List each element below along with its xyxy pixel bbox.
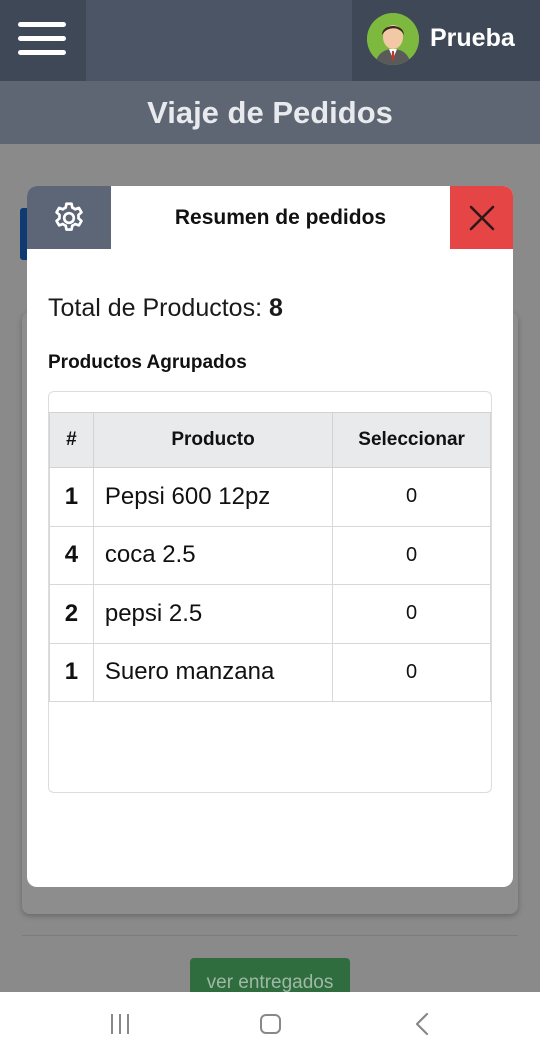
avatar[interactable]	[367, 13, 419, 65]
column-header-number: #	[49, 412, 94, 468]
table-row: 1 Suero manzana 0	[49, 642, 491, 702]
recents-icon[interactable]	[110, 1014, 132, 1034]
column-header-select: Seleccionar	[332, 412, 491, 468]
top-bar: Prueba	[0, 0, 540, 81]
page-header: Viaje de Pedidos	[0, 81, 540, 144]
page-title: Viaje de Pedidos	[147, 94, 393, 130]
system-navigation-bar	[0, 992, 540, 1055]
total-products-value: 8	[268, 294, 283, 322]
grouped-products-table-container: # Producto Seleccionar 1 Pepsi 600 12pz …	[48, 391, 492, 793]
row-select[interactable]: 0	[332, 467, 491, 527]
row-product: Suero manzana	[92, 642, 334, 702]
row-product: pepsi 2.5	[92, 584, 334, 644]
gear-icon[interactable]	[27, 186, 111, 249]
grouped-products-title: Productos Agrupados	[48, 352, 247, 373]
table-header-row: # Producto Seleccionar	[49, 412, 491, 468]
row-quantity: 1	[49, 467, 94, 527]
back-chevron-icon[interactable]	[414, 1012, 430, 1041]
row-select[interactable]: 0	[332, 525, 491, 585]
top-bar-center	[86, 0, 352, 81]
grouped-products-table: # Producto Seleccionar 1 Pepsi 600 12pz …	[49, 412, 491, 702]
row-product: Pepsi 600 12pz	[92, 467, 334, 527]
column-header-product: Producto	[92, 412, 334, 468]
hamburger-menu-icon[interactable]	[16, 20, 68, 58]
row-select[interactable]: 0	[332, 584, 491, 644]
row-quantity: 2	[49, 584, 94, 644]
orders-summary-modal: Resumen de pedidos Total de Productos: 8…	[27, 186, 513, 887]
table-row: 4 coca 2.5 0	[49, 525, 491, 585]
row-select[interactable]: 0	[332, 642, 491, 702]
table-row: 1 Pepsi 600 12pz 0	[49, 467, 491, 527]
row-quantity: 4	[49, 525, 94, 585]
row-product: coca 2.5	[92, 525, 334, 585]
close-icon[interactable]	[450, 186, 513, 249]
total-products-label: Total de Productos:	[48, 294, 263, 322]
modal-title: Resumen de pedidos	[174, 205, 387, 229]
row-quantity: 1	[49, 642, 94, 702]
user-name[interactable]: Prueba	[430, 24, 515, 53]
table-row: 2 pepsi 2.5 0	[49, 584, 491, 644]
divider	[22, 935, 518, 936]
total-products: Total de Productos: 8	[48, 294, 283, 323]
home-icon[interactable]	[260, 1014, 281, 1034]
